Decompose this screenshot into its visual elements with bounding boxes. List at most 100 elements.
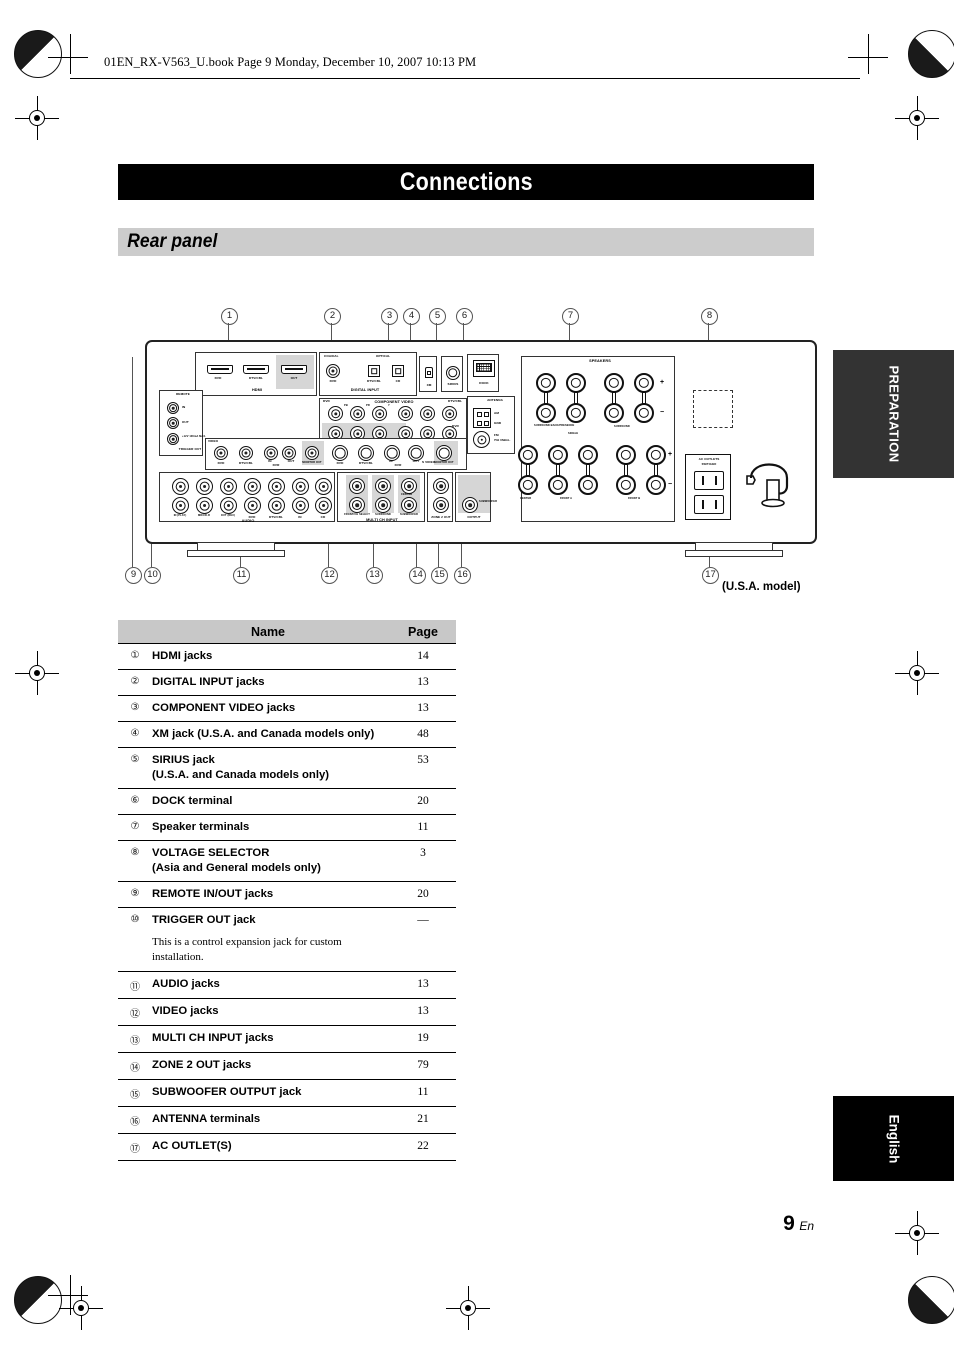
table-row-number: ⑤: [130, 754, 140, 766]
rear-panel-figure: 1 2 3 4 5 6 7 8 9 10 11 12 13 14 15 16 1…: [118, 300, 818, 600]
audio-jack: [172, 478, 189, 495]
speakers-section: SPEAKERS + − SURROUND BACK/PRESENCE SING…: [518, 356, 675, 522]
multi-ch-jack: [375, 497, 391, 513]
table-row-note-text: This is a control expansion jack for cus…: [152, 936, 342, 964]
table-row: ⑧ VOLTAGE SELECTOR (Asia and General model…: [118, 841, 456, 883]
coaxial-label: COAXIAL: [324, 354, 339, 358]
table-row-name: DIGITAL INPUT jacks: [152, 676, 265, 689]
table-row-group: ⑩ TRIGGER OUT jack — This is a control expa…: [118, 908, 456, 972]
table-row-note-spacer: [118, 935, 152, 936]
table-row-number: ⑮: [130, 1089, 140, 1101]
fm-antenna-coax-jack: [473, 431, 490, 448]
registration-mark-bottom-left: [14, 1276, 62, 1324]
power-cord: [743, 452, 815, 519]
connection-reference-table: Name Page ① HDMI jacks 14 ② DIGITAL INPUT ja…: [118, 620, 456, 1161]
hdmi-dvd-port: [207, 365, 233, 374]
table-row-page: 53: [417, 754, 429, 767]
video-dvr-in-jack: [264, 446, 278, 460]
audio-section: IN (PLAY) MD/CD-R OUT (REC) DVD DTV/CBL …: [159, 472, 335, 523]
table-row: ⑨ REMOTE IN/OUT jacks 20: [118, 882, 456, 909]
digital-optical-cd-jack: [392, 365, 404, 377]
speaker-post-link: [574, 392, 578, 404]
table-row-name: HDMI jacks: [152, 650, 213, 662]
speaker-post: [646, 445, 666, 465]
table-row-name: REMOTE IN/OUT jacks: [152, 888, 274, 901]
table-row: ① HDMI jacks 14: [118, 644, 456, 671]
svideo-in-label: IN: [389, 459, 393, 463]
table-row-page: 19: [417, 1031, 429, 1044]
table-row: ⑮ SUBWOOFER OUTPUT jack 11: [118, 1080, 456, 1107]
video-monitor-out-jack: [305, 446, 319, 460]
speaker-front-b-label: FRONT B: [628, 497, 641, 500]
digital-dvd-label: DVD: [329, 379, 337, 383]
audio-jack: [220, 497, 237, 514]
table-row: ⑦ Speaker terminals 11: [118, 815, 456, 842]
registration-target-left: [15, 96, 59, 140]
model-note: (U.S.A. model): [722, 581, 801, 593]
table-row-name: ZONE 2 OUT jacks: [152, 1058, 252, 1071]
digital-dtvcbl-label: DTV/CBL: [366, 379, 382, 383]
table-row-page: 79: [417, 1058, 429, 1071]
audio-cd-label: CD: [320, 515, 326, 519]
ac-switched-label: SWITCHED: [701, 463, 717, 466]
table-row: ⑪ AUDIO jacks 13: [118, 972, 456, 999]
table-row: ⑨ REMOTE IN/OUT jacks 20: [118, 882, 456, 909]
registration-target-mid-left: [15, 651, 59, 695]
component-video-group-label: COMPONENT VIDEO: [374, 400, 414, 404]
audio-dvr-in-label: IN: [298, 515, 302, 519]
video-monitor-out-label: MONITOR OUT: [302, 461, 322, 464]
speaker-post-link: [612, 392, 616, 404]
svideo-dvd-label: DVD: [336, 461, 344, 465]
table-row: ② DIGITAL INPUT jacks 13: [118, 670, 456, 697]
table-row: ④ XM jack (U.S.A. and Canada models only)…: [118, 722, 456, 749]
multi-subwoofer-label: SUBWOOFER: [399, 513, 419, 516]
table-row-page: 20: [417, 888, 429, 901]
table-row-name: MULTI CH INPUT jacks: [152, 1031, 274, 1044]
speaker-post: [566, 403, 586, 423]
table-header-name: Name: [250, 624, 286, 639]
hdmi-section: DVD DTV/CBL OUT HDMI: [195, 352, 317, 396]
component-y-label: Y: [388, 404, 390, 407]
hdmi-dtvcbl-port: [243, 365, 269, 374]
table-row-name: TRIGGER OUT jack: [152, 914, 256, 927]
speaker-minus-upper: −: [660, 409, 665, 416]
running-head-rule: [70, 78, 860, 79]
table-row: ⑤ SIRIUS jack (U.S.A. and Canada models on…: [118, 748, 456, 790]
zone2-out-jack-right: [433, 478, 449, 494]
ac-outlet-upper: [694, 471, 724, 490]
svideo-dvd-jack: [332, 445, 348, 461]
registration-mark-bottom-right: [908, 1276, 954, 1324]
multi-surround-label: SURROUND: [375, 513, 391, 516]
table-row-name: XM jack (U.S.A. and Canada models only): [152, 728, 375, 741]
table-row: ⑤ SIRIUS jack (U.S.A. and Canada models on…: [118, 748, 456, 790]
component-jack: [398, 406, 413, 421]
page-title: Connections: [399, 167, 533, 196]
section-tab-preparation: PREPARATION: [833, 350, 954, 478]
voltage-selector-placeholder: [693, 390, 733, 428]
table-row-number: ⑦: [130, 821, 140, 833]
speaker-post-link: [654, 464, 658, 476]
zone2-out-label: ZONE 2 OUT: [431, 515, 451, 519]
table-row-page: 14: [417, 650, 429, 662]
video-dvd-jack: [214, 446, 228, 460]
trigger-spec-label: +12V 100mA MAX.: [182, 435, 206, 438]
receiver-rear-chassis: DVD DTV/CBL OUT HDMI COAXIAL OPTICAL DVD…: [145, 340, 817, 557]
speaker-post: [604, 373, 624, 393]
audio-group-label: AUDIO: [241, 519, 255, 523]
multi-ch-subwoofer-jack: [401, 497, 417, 513]
component-jack: [328, 406, 343, 421]
table-row-page: 13: [417, 1004, 429, 1017]
multi-center-label: CENTER: [401, 493, 413, 496]
speaker-post: [616, 445, 636, 465]
speaker-post: [518, 445, 538, 465]
component-jack: [350, 406, 365, 421]
multi-ch-input-section: CENTER FRONT/CH SELECT SURROUND SUBWOOFE…: [337, 472, 425, 522]
audio-jack: [268, 478, 285, 495]
subwoofer-output-section: SUBWOOFER OUTPUT: [455, 472, 497, 522]
table-row-page: 13: [417, 702, 429, 715]
remote-out-label: OUT: [182, 420, 189, 424]
audio-in-play-label: IN (PLAY): [173, 514, 187, 517]
table-body: ① HDMI jacks 14 ② DIGITAL INPUT jacks 13 ③ COMP…: [118, 644, 456, 1161]
svideo-dvr-label: DVR: [394, 463, 402, 467]
table-row-page: 11: [417, 1085, 429, 1098]
